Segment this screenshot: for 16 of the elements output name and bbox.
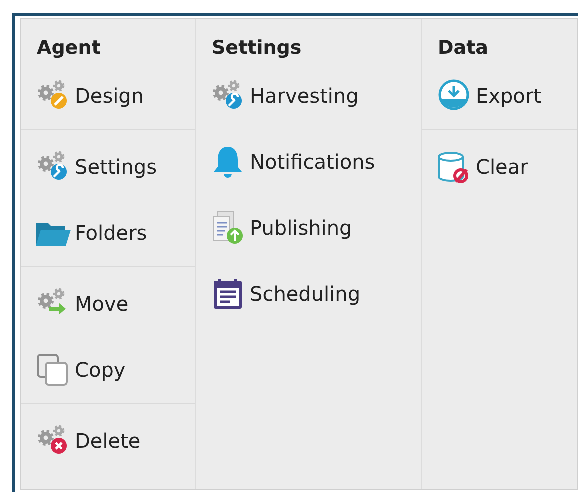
menu-item[interactable]: Move: [21, 271, 195, 337]
copy-icon: [35, 352, 71, 388]
column-heading: Agent: [36, 36, 102, 61]
column-heading: Settings: [211, 36, 303, 61]
column-heading: Data: [437, 36, 490, 61]
menu-item[interactable]: Harvesting: [196, 63, 421, 129]
menu-item[interactable]: Scheduling: [196, 261, 421, 327]
menu-item[interactable]: Publishing: [196, 195, 421, 261]
menu-item[interactable]: Export: [422, 63, 577, 129]
menu-item[interactable]: Notifications: [196, 129, 421, 195]
menu-item[interactable]: Clear: [422, 134, 577, 200]
menu-item[interactable]: Design: [21, 63, 195, 129]
menu-item[interactable]: Delete: [21, 408, 195, 474]
menu-item[interactable]: Folders: [21, 200, 195, 266]
menu-item[interactable]: Copy: [21, 337, 195, 403]
menu-item[interactable]: Settings: [21, 134, 195, 200]
